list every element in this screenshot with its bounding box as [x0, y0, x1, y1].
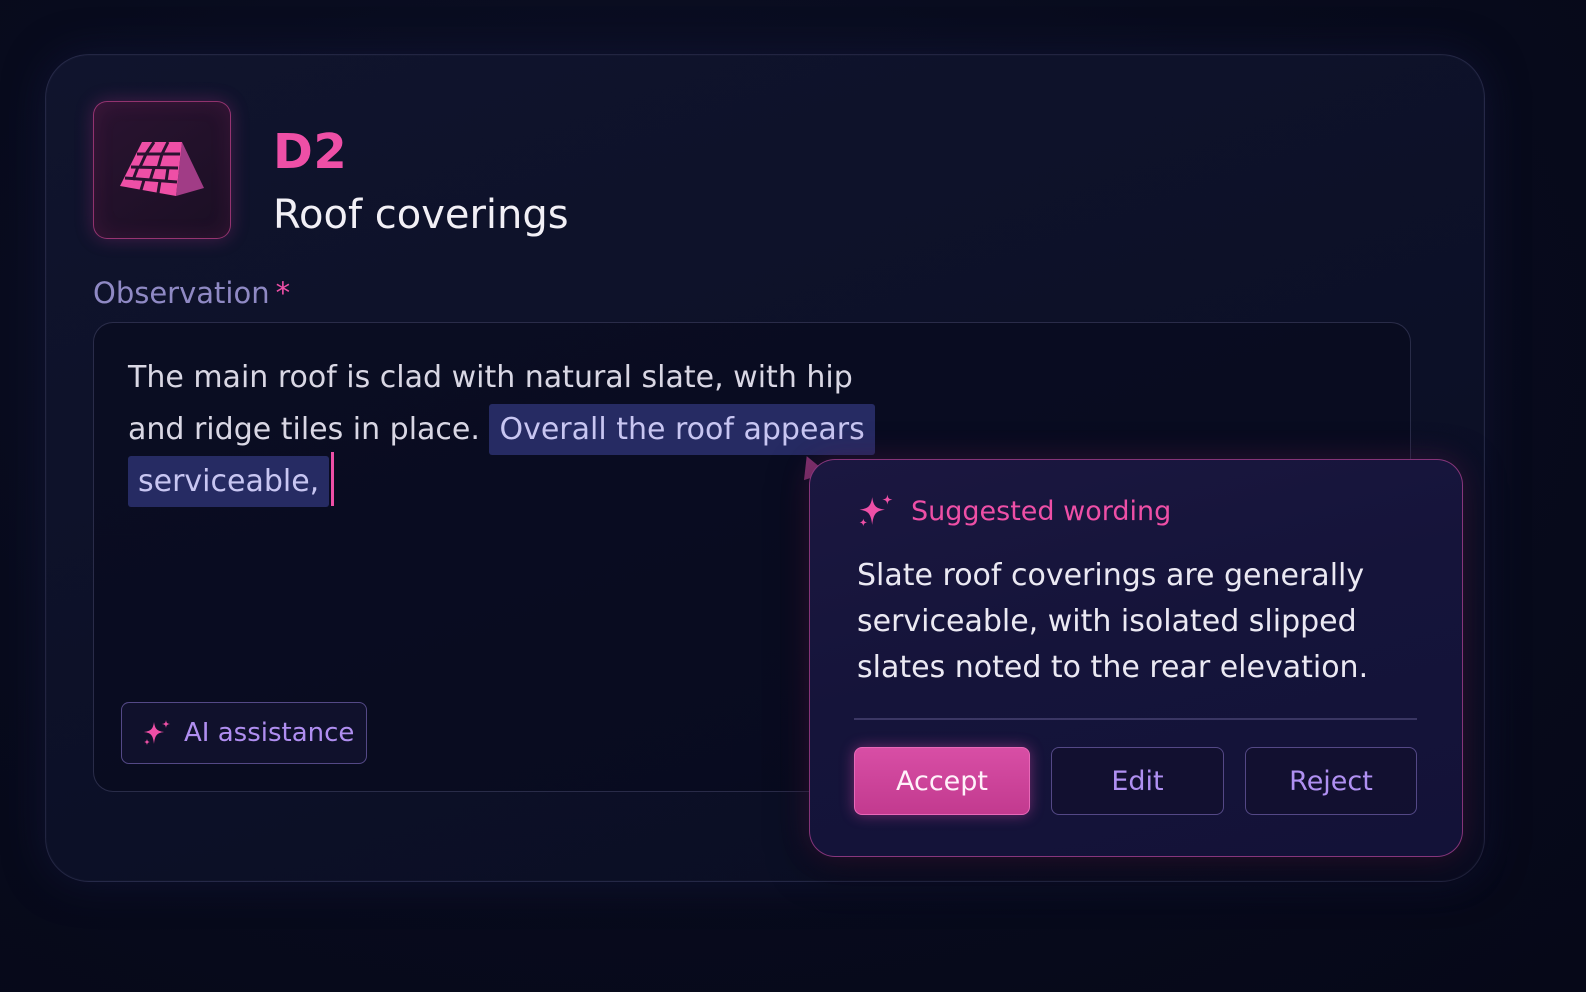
sparkle-icon — [859, 494, 893, 527]
suggestion-title: Suggested wording — [911, 495, 1172, 527]
observation-text[interactable]: The main roof is clad with natural slate… — [128, 352, 888, 508]
text-caret — [331, 451, 335, 506]
observation-label: Observation * — [93, 276, 290, 310]
roof-tiles-icon-graphic — [120, 141, 204, 196]
required-marker: * — [275, 276, 291, 310]
roof-tiles-icon — [93, 101, 231, 239]
edit-button[interactable]: Edit — [1051, 747, 1224, 815]
accept-button[interactable]: Accept — [854, 747, 1030, 815]
section-code: D2 — [273, 124, 348, 180]
suggestion-body: Slate roof coverings are generally servi… — [857, 558, 1369, 685]
sparkle-icon — [144, 720, 170, 745]
suggestion-header: Suggested wording — [857, 492, 1171, 530]
observation-label-text: Observation — [93, 276, 270, 310]
ai-assistance-button[interactable]: AI assistance — [121, 702, 367, 764]
ai-assistance-label: AI assistance — [184, 718, 355, 748]
suggestion-divider — [854, 718, 1417, 720]
section-title: Roof coverings — [273, 192, 569, 238]
reject-button[interactable]: Reject — [1245, 747, 1417, 815]
